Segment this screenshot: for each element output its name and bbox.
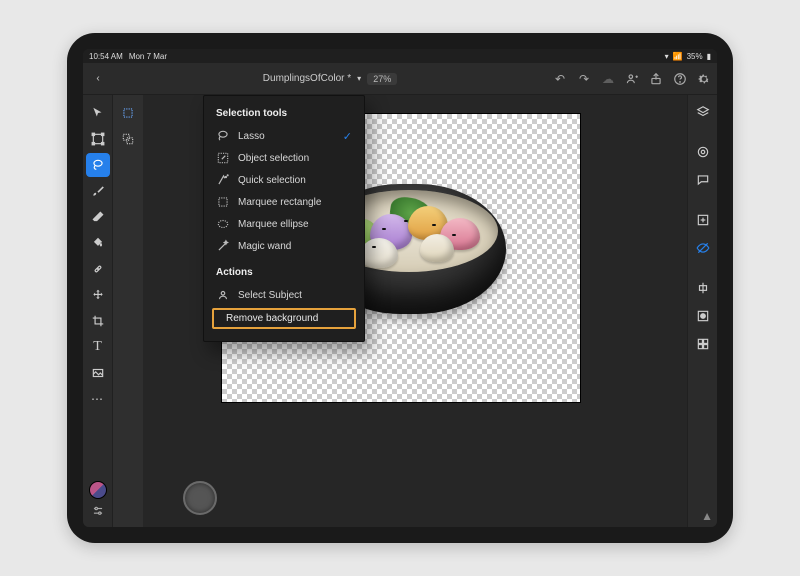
clone-tool[interactable] bbox=[86, 283, 110, 307]
flyout-item-label: Object selection bbox=[238, 153, 309, 164]
quick-selection-icon bbox=[216, 173, 230, 187]
foreground-background-colors[interactable] bbox=[89, 481, 107, 499]
move-tool[interactable] bbox=[86, 101, 110, 125]
status-date: Mon 7 Mar bbox=[129, 52, 167, 61]
warning-icon[interactable]: ▲ bbox=[701, 509, 713, 523]
add-selection-mode[interactable] bbox=[116, 127, 140, 151]
wifi-signal-icon: 📶 bbox=[673, 52, 683, 61]
magic-wand-icon bbox=[216, 239, 230, 253]
fill-tool[interactable] bbox=[86, 231, 110, 255]
undo-icon[interactable]: ↶ bbox=[553, 72, 567, 86]
selection-tool-flyout: Selection tools Lasso ✓ Object selection… bbox=[203, 95, 365, 342]
lasso-tool[interactable] bbox=[86, 153, 110, 177]
eraser-tool[interactable] bbox=[86, 205, 110, 229]
status-bar: 10:54 AM Mon 7 Mar ▾ 📶 35% ▮ bbox=[83, 49, 717, 63]
chevron-down-icon[interactable]: ▾ bbox=[357, 74, 361, 83]
flyout-item-marquee-rectangle[interactable]: Marquee rectangle bbox=[204, 191, 364, 213]
flyout-action-remove-background[interactable]: Remove background bbox=[212, 308, 356, 329]
wifi-icon: ▾ bbox=[665, 52, 669, 61]
select-subject-icon bbox=[216, 288, 230, 302]
status-battery: 35% bbox=[687, 52, 703, 61]
flyout-item-label: Lasso bbox=[238, 131, 265, 142]
left-secondary-toolbar bbox=[113, 95, 143, 527]
new-selection-mode[interactable] bbox=[116, 101, 140, 125]
flyout-item-label: Marquee rectangle bbox=[238, 197, 321, 208]
flyout-heading-actions: Actions bbox=[204, 263, 364, 284]
healing-tool[interactable] bbox=[86, 257, 110, 281]
cloud-sync-icon[interactable]: ☁ bbox=[601, 72, 615, 86]
share-icon[interactable] bbox=[649, 72, 663, 86]
flyout-item-lasso[interactable]: Lasso ✓ bbox=[204, 125, 364, 147]
flyout-heading-tools: Selection tools bbox=[204, 104, 364, 125]
marquee-rectangle-icon bbox=[216, 195, 230, 209]
properties-panel-icon[interactable] bbox=[691, 139, 715, 165]
invite-icon[interactable] bbox=[625, 72, 639, 86]
visibility-toggle-icon[interactable] bbox=[691, 235, 715, 261]
check-icon: ✓ bbox=[343, 130, 352, 143]
tablet-frame: 10:54 AM Mon 7 Mar ▾ 📶 35% ▮ ‹ Dumplings… bbox=[67, 33, 733, 543]
more-tool[interactable]: ⋯ bbox=[86, 387, 110, 411]
object-selection-icon bbox=[216, 151, 230, 165]
flyout-item-label: Remove background bbox=[226, 313, 318, 324]
touch-shortcut-ring[interactable] bbox=[183, 481, 217, 515]
brush-tool[interactable] bbox=[86, 179, 110, 203]
type-tool[interactable]: T bbox=[86, 335, 110, 359]
document-title[interactable]: DumplingsOfColor * bbox=[263, 73, 351, 84]
left-toolbar: T ⋯ bbox=[83, 95, 113, 527]
status-time: 10:54 AM bbox=[89, 52, 123, 61]
crop-tool[interactable] bbox=[86, 309, 110, 333]
lasso-icon bbox=[216, 129, 230, 143]
redo-icon[interactable]: ↷ bbox=[577, 72, 591, 86]
canvas-area[interactable]: Selection tools Lasso ✓ Object selection… bbox=[143, 95, 687, 527]
flyout-item-label: Marquee ellipse bbox=[238, 219, 309, 230]
layers-panel-icon[interactable] bbox=[691, 99, 715, 125]
flyout-item-quick-selection[interactable]: Quick selection bbox=[204, 169, 364, 191]
flyout-item-label: Magic wand bbox=[238, 241, 291, 252]
right-toolbar: ▲ bbox=[687, 95, 717, 527]
settings-icon[interactable] bbox=[697, 72, 711, 86]
app-topbar: ‹ DumplingsOfColor * ▾ 27% ↶ ↷ ☁ bbox=[83, 63, 717, 95]
zoom-level[interactable]: 27% bbox=[367, 73, 397, 85]
tool-options-icon[interactable] bbox=[91, 505, 105, 519]
flyout-item-object-selection[interactable]: Object selection bbox=[204, 147, 364, 169]
back-button[interactable]: ‹ bbox=[89, 73, 107, 84]
marquee-ellipse-icon bbox=[216, 217, 230, 231]
flyout-item-magic-wand[interactable]: Magic wand bbox=[204, 235, 364, 257]
transform-tool[interactable] bbox=[86, 127, 110, 151]
help-icon[interactable] bbox=[673, 72, 687, 86]
place-tool[interactable] bbox=[86, 361, 110, 385]
flyout-item-label: Quick selection bbox=[238, 175, 306, 186]
battery-icon: ▮ bbox=[707, 52, 711, 61]
grid-icon[interactable] bbox=[691, 331, 715, 357]
flyout-action-select-subject[interactable]: Select Subject bbox=[204, 284, 364, 306]
flyout-item-marquee-ellipse[interactable]: Marquee ellipse bbox=[204, 213, 364, 235]
flyout-item-label: Select Subject bbox=[238, 290, 302, 301]
screen: 10:54 AM Mon 7 Mar ▾ 📶 35% ▮ ‹ Dumplings… bbox=[83, 49, 717, 527]
mask-panel-icon[interactable] bbox=[691, 303, 715, 329]
crop-panel-icon[interactable] bbox=[691, 275, 715, 301]
add-adjustment-icon[interactable] bbox=[691, 207, 715, 233]
comments-panel-icon[interactable] bbox=[691, 167, 715, 193]
